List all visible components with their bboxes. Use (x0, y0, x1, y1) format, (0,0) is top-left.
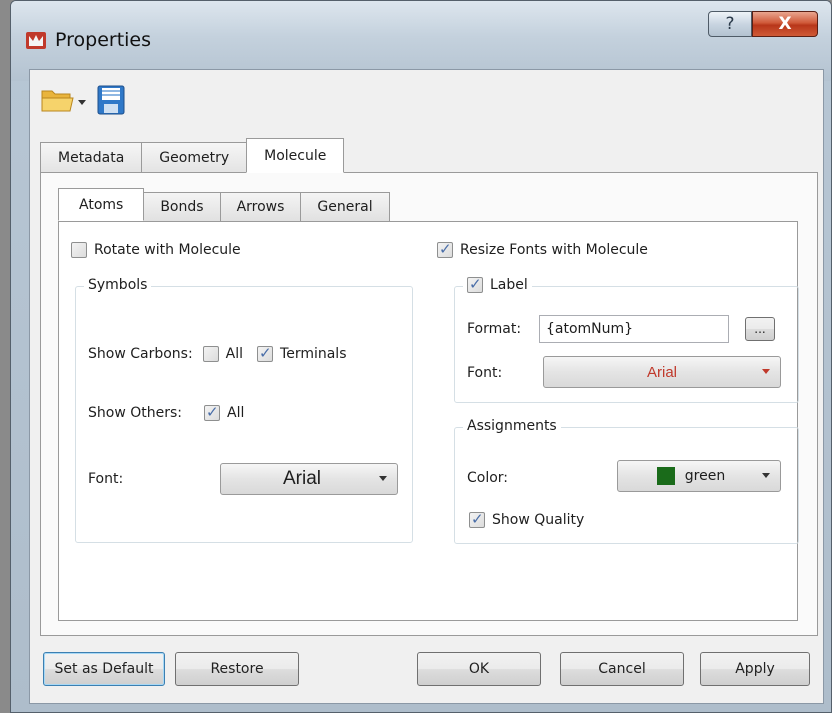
others-all-label: All (227, 405, 245, 421)
open-menu-button[interactable] (40, 85, 88, 119)
restore-button[interactable]: Restore (175, 652, 299, 686)
molecule-tab-panel: Atoms Bonds Arrows General Rotate with M… (40, 172, 818, 636)
help-button[interactable]: ? (708, 11, 752, 37)
chevron-down-icon (379, 476, 387, 481)
symbols-font-select[interactable]: Arial (220, 463, 398, 495)
symbols-font-label: Font: (88, 471, 124, 487)
tab-label: Metadata (58, 150, 125, 166)
tab-label: Molecule (264, 147, 327, 164)
rotate-with-molecule-label: Rotate with Molecule (94, 242, 241, 258)
carbons-terminals-label: Terminals (280, 346, 347, 362)
show-quality-label: Show Quality (492, 512, 585, 528)
subtab-atoms[interactable]: Atoms (58, 188, 145, 221)
carbons-all-checkbox[interactable] (202, 346, 219, 362)
set-as-default-button[interactable]: Set as Default (43, 652, 165, 686)
help-icon: ? (725, 14, 735, 34)
main-tabs: Metadata Geometry Molecule (40, 138, 345, 173)
close-icon: X (778, 14, 792, 34)
color-row: Color: (467, 470, 508, 486)
label-font-label: Font: (467, 365, 503, 381)
save-button[interactable] (96, 84, 126, 120)
button-label: OK (468, 661, 490, 677)
label-checkbox[interactable] (467, 275, 483, 293)
toolbar (40, 82, 134, 122)
symbols-group-title: Symbols (84, 277, 152, 293)
subtab-bonds[interactable]: Bonds (143, 192, 221, 221)
button-label: Apply (735, 661, 775, 677)
show-carbons-label: Show Carbons: (88, 346, 193, 362)
label-font-row: Font: (467, 365, 502, 381)
label-option[interactable]: Label (463, 275, 532, 293)
format-label: Format: (467, 321, 522, 337)
subtab-label: Arrows (236, 199, 285, 215)
show-quality-option[interactable]: Show Quality (469, 510, 585, 528)
format-input[interactable]: {atomNum} (539, 315, 729, 343)
ok-button[interactable]: OK (417, 652, 541, 686)
atoms-panel: Rotate with Molecule Resize Fonts with M… (58, 221, 799, 621)
button-label: Cancel (598, 661, 646, 677)
folder-open-icon (40, 85, 76, 119)
color-swatch (656, 467, 675, 485)
subtab-general[interactable]: General (300, 192, 390, 221)
tab-geometry[interactable]: Geometry (141, 142, 248, 173)
show-carbons-row: Show Carbons: All Terminals (88, 344, 347, 362)
tab-metadata[interactable]: Metadata (40, 142, 143, 173)
chevron-down-icon (762, 473, 770, 478)
symbols-font-value: Arial (282, 468, 321, 489)
subtab-label: General (317, 199, 373, 215)
window-title: Properties (55, 29, 152, 51)
label-group: Label Format: {atomNum} ... Font: (454, 275, 799, 403)
tab-label: Geometry (159, 150, 230, 166)
carbons-terminals-checkbox[interactable] (257, 344, 274, 362)
format-value: {atomNum} (546, 321, 634, 337)
show-others-label: Show Others: (88, 405, 182, 421)
resize-fonts-label: Resize Fonts with Molecule (460, 242, 648, 258)
button-label: Restore (210, 661, 264, 677)
app-icon (25, 29, 47, 51)
others-all-checkbox[interactable] (204, 403, 220, 421)
color-label: Color: (467, 470, 509, 486)
format-row: Format: (467, 321, 521, 337)
assignments-group: Assignments Color: green Show Quality (454, 418, 799, 544)
show-others-row: Show Others: All (88, 403, 245, 421)
rotate-with-molecule-checkbox[interactable] (71, 242, 87, 258)
label-font-value: Arial (646, 363, 677, 381)
button-label: Set as Default (54, 661, 154, 677)
symbols-font-row: Font: (88, 471, 123, 487)
rotate-with-molecule-option[interactable]: Rotate with Molecule (71, 242, 241, 258)
color-select[interactable]: green (617, 460, 781, 492)
assignments-group-title: Assignments (463, 418, 561, 434)
properties-window: Properties ? X Metadata Geometry Molecul… (10, 0, 832, 713)
molecule-subtabs: Atoms Bonds Arrows General (58, 188, 390, 221)
symbols-group: Symbols Show Carbons: All Terminals Show… (75, 277, 413, 543)
format-browse-button[interactable]: ... (745, 317, 775, 341)
subtab-label: Bonds (160, 199, 204, 215)
show-quality-checkbox[interactable] (469, 510, 485, 528)
resize-fonts-option[interactable]: Resize Fonts with Molecule (437, 240, 648, 258)
tab-molecule[interactable]: Molecule (246, 138, 345, 173)
apply-button[interactable]: Apply (700, 652, 810, 686)
ellipsis-icon: ... (754, 322, 766, 336)
resize-fonts-checkbox[interactable] (437, 240, 453, 258)
carbons-all-label: All (225, 346, 244, 362)
save-icon (96, 84, 126, 120)
label-font-select[interactable]: Arial (543, 356, 781, 388)
subtab-label: Atoms (79, 196, 124, 213)
dialog-body: Metadata Geometry Molecule Atoms Bonds A… (29, 69, 824, 704)
subtab-arrows[interactable]: Arrows (219, 192, 302, 221)
close-button[interactable]: X (752, 11, 818, 37)
color-value: green (684, 468, 726, 484)
cancel-button[interactable]: Cancel (560, 652, 684, 686)
chevron-down-icon (76, 93, 88, 111)
chevron-down-icon (762, 369, 770, 374)
label-group-title: Label (490, 277, 528, 293)
